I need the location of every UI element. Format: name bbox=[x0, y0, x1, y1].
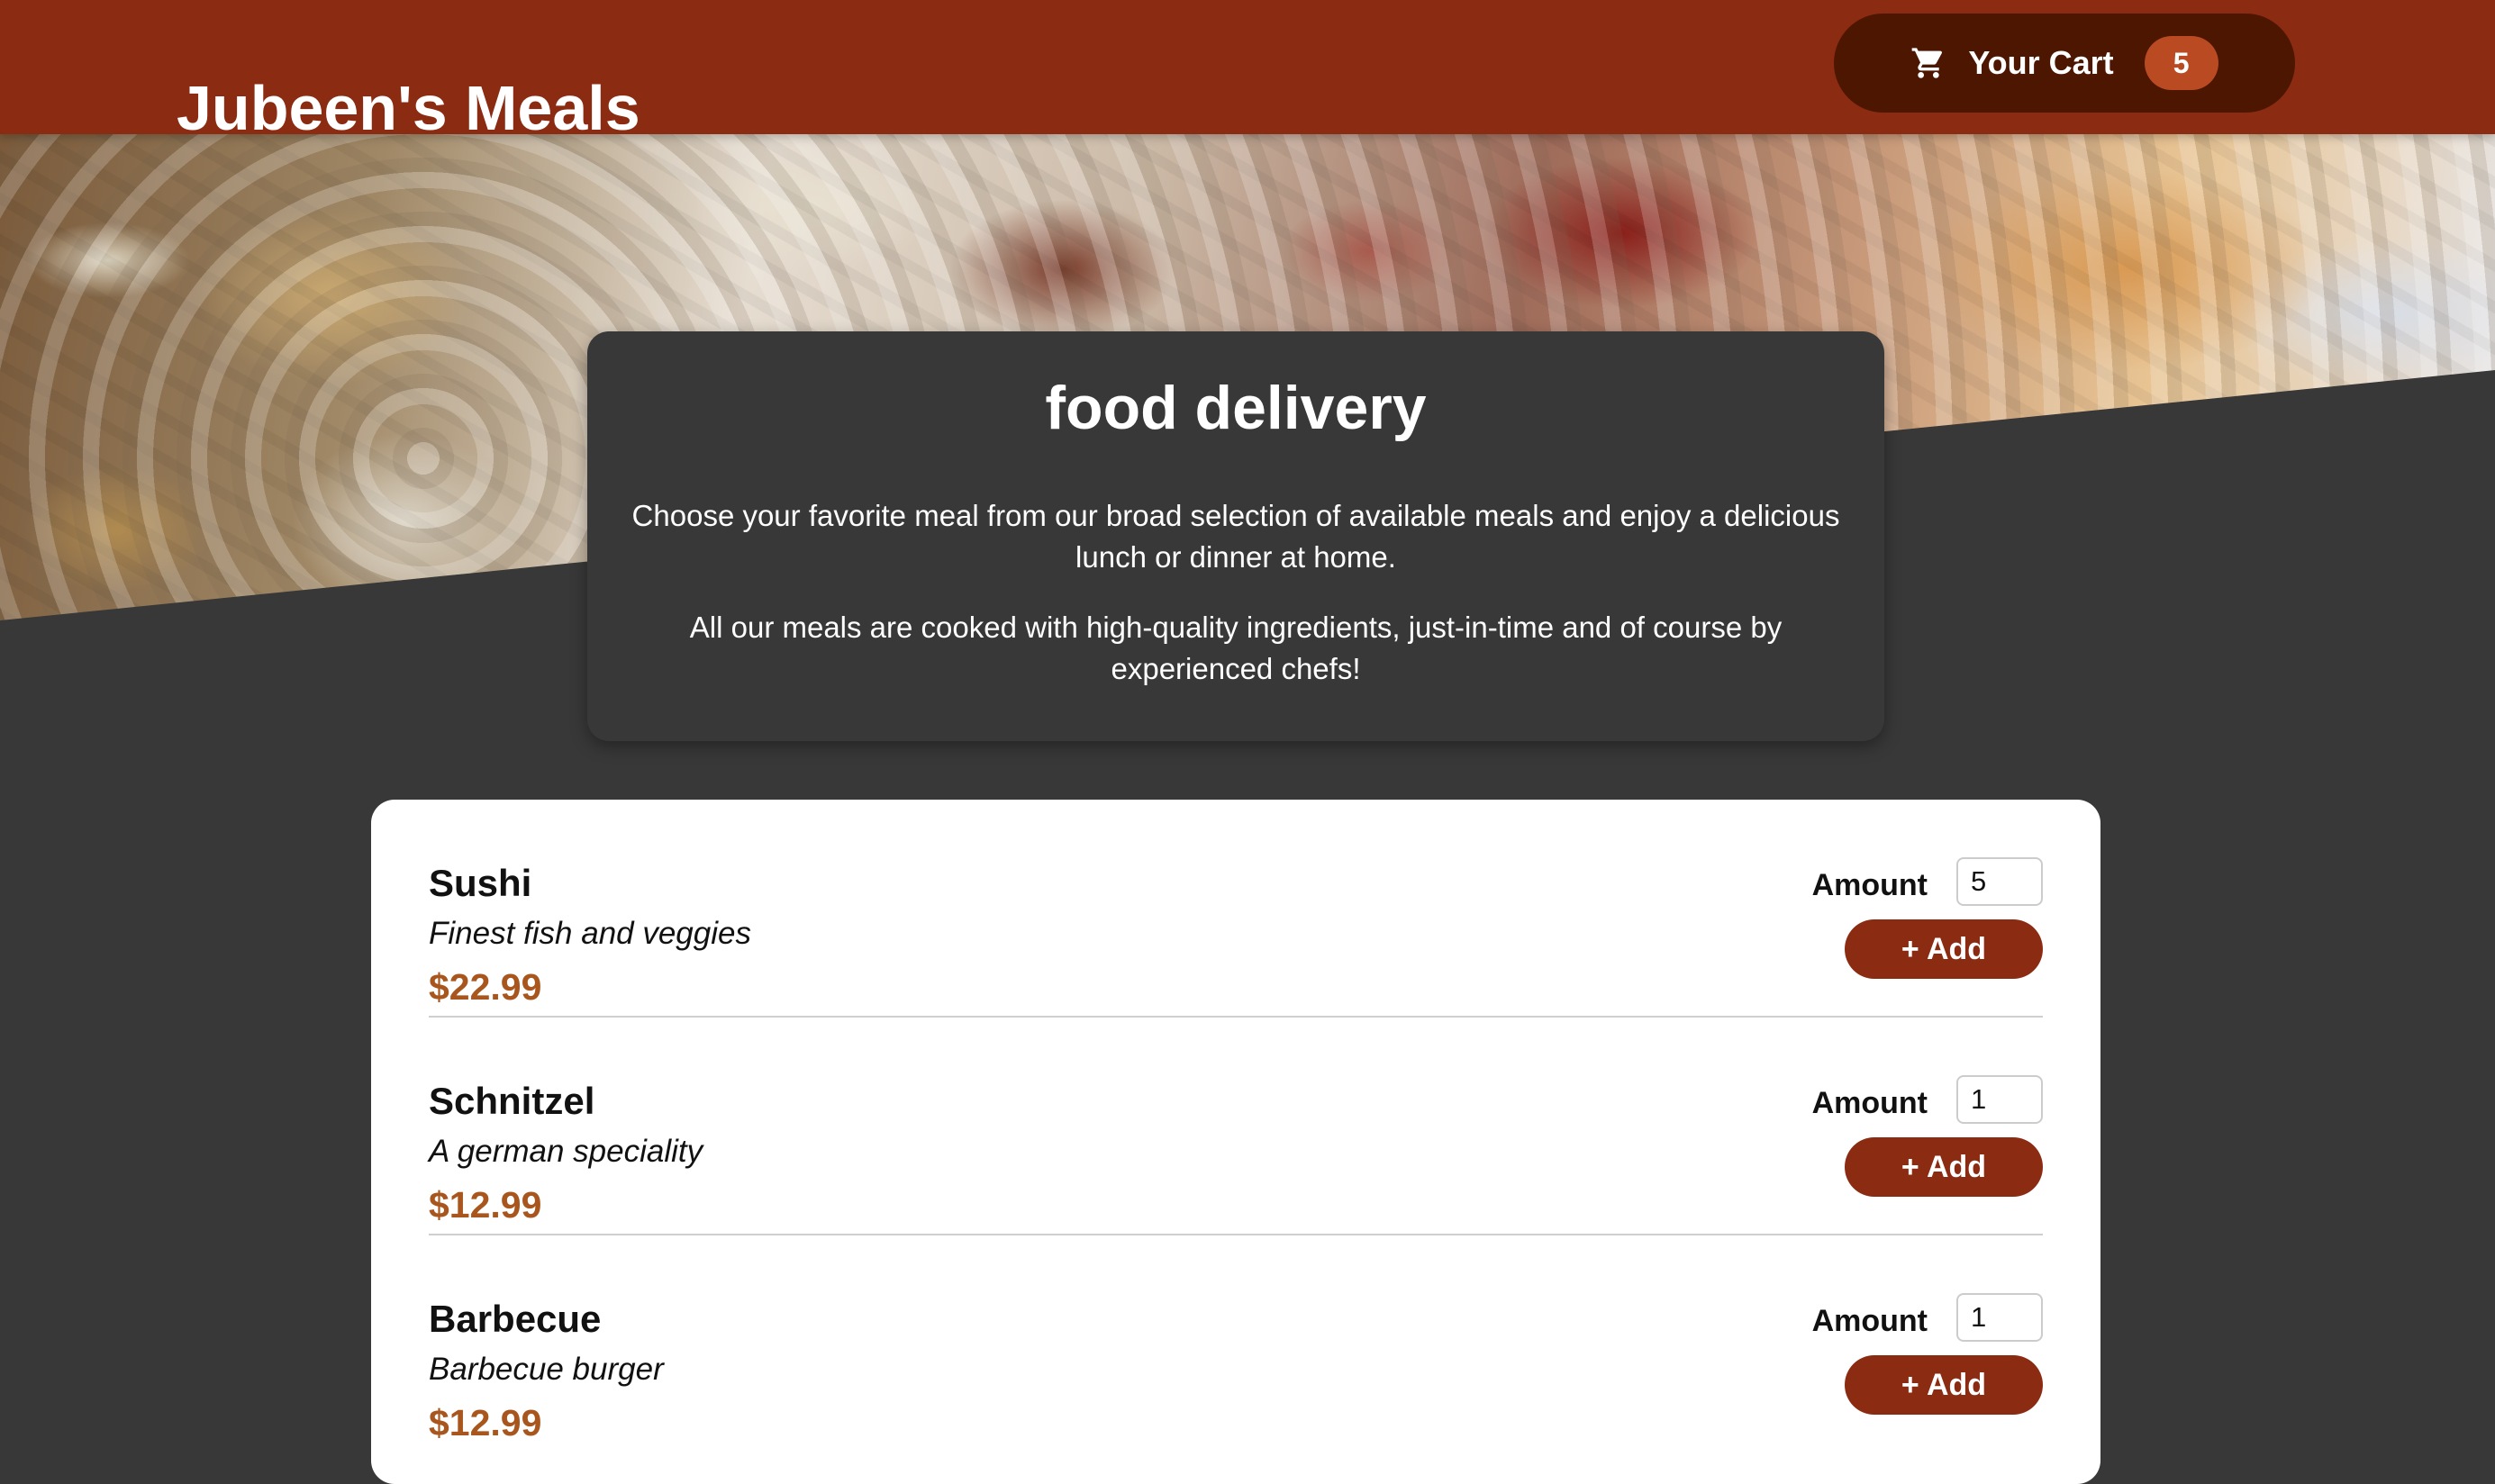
cart-label: Your Cart bbox=[1968, 44, 2114, 81]
amount-label: Amount bbox=[1811, 868, 1928, 902]
meal-item: Barbecue Barbecue burger $12.99 Amount +… bbox=[429, 1235, 2043, 1452]
meal-name: Barbecue bbox=[429, 1298, 602, 1340]
meal-price: $22.99 bbox=[429, 966, 542, 1008]
brand-title: Jubeen's Meals bbox=[177, 72, 640, 143]
cart-button[interactable]: Your Cart 5 bbox=[1834, 14, 2295, 113]
meal-description: A german speciality bbox=[429, 1134, 703, 1169]
header: Jubeen's Meals Your Cart 5 bbox=[0, 0, 2495, 143]
meal-price: $12.99 bbox=[429, 1184, 542, 1226]
summary-card: food delivery Choose your favorite meal … bbox=[587, 331, 1884, 741]
meals-card: Sushi Finest fish and veggies $22.99 Amo… bbox=[371, 800, 2100, 1484]
summary-paragraph: All our meals are cooked with high-quali… bbox=[689, 611, 1783, 685]
meal-description: Finest fish and veggies bbox=[429, 916, 751, 951]
amount-label: Amount bbox=[1811, 1304, 1928, 1338]
summary-paragraph: Choose your favorite meal from our broad… bbox=[631, 499, 1840, 574]
meal-item: Sushi Finest fish and veggies $22.99 Amo… bbox=[429, 800, 2043, 1018]
add-button[interactable]: + Add bbox=[1845, 919, 2043, 979]
add-button[interactable]: + Add bbox=[1845, 1355, 2043, 1415]
meal-description: Barbecue burger bbox=[429, 1352, 664, 1387]
meal-item: Schnitzel A german speciality $12.99 Amo… bbox=[429, 1018, 2043, 1235]
amount-input[interactable] bbox=[1956, 857, 2043, 906]
add-button[interactable]: + Add bbox=[1845, 1137, 2043, 1197]
meal-list: Sushi Finest fish and veggies $22.99 Amo… bbox=[429, 800, 2043, 1452]
shopping-cart-icon bbox=[1910, 45, 1946, 81]
summary-title: food delivery bbox=[1045, 374, 1427, 442]
amount-label: Amount bbox=[1811, 1086, 1928, 1120]
meal-name: Schnitzel bbox=[429, 1080, 595, 1122]
cart-count-badge: 5 bbox=[2144, 36, 2218, 90]
meal-price: $12.99 bbox=[429, 1402, 542, 1443]
amount-input[interactable] bbox=[1956, 1075, 2043, 1124]
meal-name: Sushi bbox=[429, 862, 532, 904]
amount-input[interactable] bbox=[1956, 1293, 2043, 1342]
